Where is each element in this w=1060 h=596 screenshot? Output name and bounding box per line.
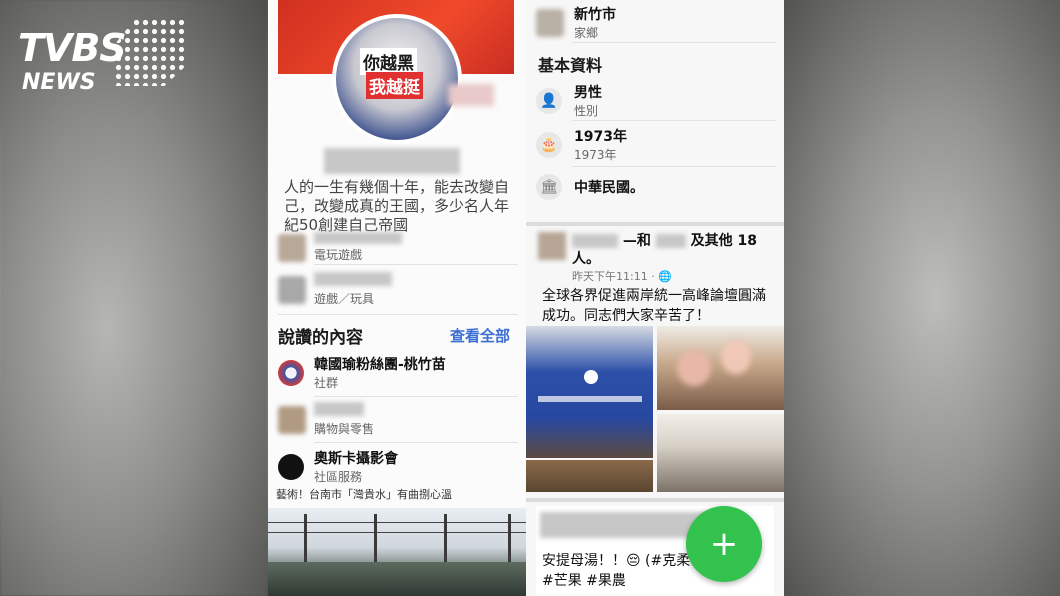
hometown-row: 新竹市 家鄉 [536, 4, 616, 41]
page-category-1: 電玩遊戲 [314, 248, 363, 262]
background-right [784, 0, 1060, 596]
post-head-tail: 及其他 18 [690, 233, 757, 249]
blurred-liked-name-2 [314, 402, 364, 416]
flood-rail-photo [268, 508, 526, 596]
country-row: 🏛 中華民國。 [536, 174, 644, 200]
liked-avatar-2 [278, 405, 306, 434]
liked-section-title: 說讚的內容 [278, 328, 363, 348]
page-category-2: 遊戲／玩具 [314, 292, 375, 306]
page-thumb-1 [278, 233, 306, 262]
birth-value: 1973年 [574, 129, 627, 145]
blurred-name-tag [448, 84, 494, 106]
person-icon: 👤 [536, 87, 562, 114]
liked-category-2: 購物與零售 [314, 422, 375, 436]
profile-bio: 人的一生有幾個十年，能去改變自己，改變成真的王國，多少名人年紀50創建自己帝國 [284, 178, 510, 234]
liked-item-3[interactable]: 奧斯卡攝影會 社區服務 [278, 448, 398, 485]
bottom-post-line-2: #芒果 #果農 [542, 573, 626, 589]
section-gap [526, 498, 784, 502]
hometown-label: 家鄉 [574, 26, 599, 40]
bottom-post-line-1: 安提母湯！！😔 (#克柔仙 [542, 553, 705, 569]
divider [314, 264, 518, 265]
page-thumb-2 [278, 275, 306, 304]
page-item-2[interactable]: 遊戲／玩具 [278, 272, 392, 307]
post-photo-grid[interactable] [526, 326, 784, 492]
post-photo-2[interactable] [657, 326, 784, 410]
gender-value: 男性 [574, 85, 602, 101]
building-icon: 🏛 [536, 174, 562, 200]
hometown-value: 新竹市 [574, 7, 616, 23]
logo-sub: NEWS [22, 70, 96, 95]
gender-row: 👤 男性 性別 [536, 82, 602, 119]
liked-item-2[interactable]: 購物與零售 [278, 402, 374, 437]
tvbs-news-logo: TVBS NEWS [18, 18, 186, 98]
profile-column-left: 你越黑 我越挺 人的一生有幾個十年，能去改變自己，改變成真的王國，多少名人年紀5… [268, 0, 526, 596]
basic-info-title: 基本資料 [538, 56, 603, 75]
profile-avatar[interactable]: 你越黑 我越挺 [332, 14, 462, 144]
blurred-page-name-2 [314, 272, 392, 286]
divider [314, 442, 518, 443]
liked-name-3: 奧斯卡攝影會 [314, 451, 398, 467]
post-author-avatar[interactable] [538, 232, 566, 260]
avatar-sign-text-1: 你越黑 [360, 48, 417, 75]
add-fab-button[interactable]: + [686, 506, 762, 582]
blurred-page-name-1 [314, 232, 402, 244]
liked-name-1: 韓國瑜粉絲團-桃竹苗 [314, 357, 446, 373]
liked-category-3: 社區服務 [314, 470, 363, 484]
post-head-mid: —和 [622, 233, 651, 249]
post-photo-3[interactable] [526, 460, 653, 492]
divider [572, 120, 776, 121]
see-all-link[interactable]: 查看全部 [450, 325, 510, 346]
cake-icon: 🎂 [536, 131, 562, 158]
birth-row: 🎂 1973年 1973年 [536, 126, 627, 163]
liked-category-1: 社群 [314, 376, 339, 390]
birth-label: 1973年 [574, 148, 617, 162]
post-header: —和 及其他 18 人。 昨天下午11:11 · 🌐 [538, 232, 774, 284]
section-gap [526, 222, 784, 226]
post-time: 昨天下午11:11 · 🌐 [572, 270, 672, 283]
post-head-line2: 人。 [572, 251, 600, 267]
post-body-text: 全球各界促進兩岸統一高峰論壇圓滿成功。同志們大家辛苦了！ [542, 288, 766, 324]
divider [572, 166, 776, 167]
news-strip-text: 藝術！台南市「灣貴水」有曲捌心溫 [276, 488, 452, 501]
post-photo-1[interactable] [526, 326, 653, 458]
phone-screen: 你越黑 我越挺 人的一生有幾個十年，能去改變自己，改變成真的王國，多少名人年紀5… [268, 0, 784, 596]
blurred-profile-name [324, 148, 460, 174]
blurred-tag [655, 234, 686, 248]
divider [314, 396, 518, 397]
blurred-author [572, 234, 618, 248]
country-value: 中華民國。 [574, 180, 644, 196]
hometown-thumb [536, 8, 564, 37]
profile-column-right: 新竹市 家鄉 基本資料 👤 男性 性別 🎂 1973年 1973年 🏛 中華民國… [526, 0, 784, 596]
blurred-bottom-author [540, 512, 710, 538]
gender-label: 性別 [574, 104, 599, 118]
page-item-1[interactable]: 電玩遊戲 [278, 232, 402, 263]
liked-item-1[interactable]: 韓國瑜粉絲團-桃竹苗 社群 [278, 354, 446, 391]
liked-avatar-3 [278, 453, 304, 480]
avatar-sign-text-2: 我越挺 [366, 72, 423, 99]
plus-icon: + [709, 524, 739, 564]
liked-avatar-1 [278, 359, 304, 386]
divider [278, 314, 518, 315]
logo-brand: TVBS [18, 26, 127, 70]
divider [572, 42, 776, 43]
post-photo-4[interactable] [657, 414, 784, 492]
